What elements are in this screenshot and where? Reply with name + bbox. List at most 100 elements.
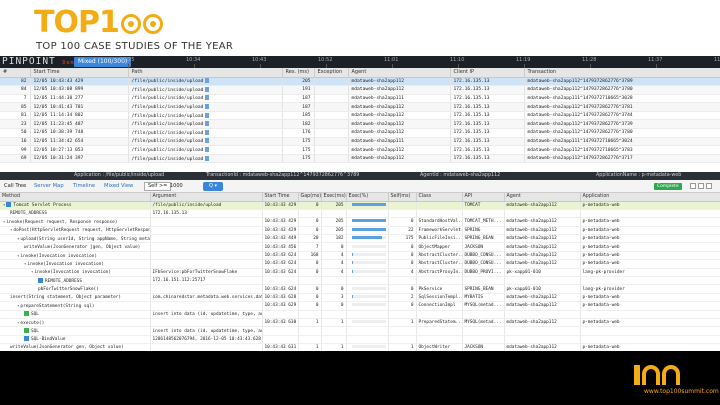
call-tree-cell: 3 xyxy=(321,293,347,303)
cell-text: insert into data (id, updatetime, type, … xyxy=(152,311,262,317)
call-tree-cell xyxy=(504,335,581,345)
transaction-row[interactable]: 7 12/05 11:44:38 277/file/public/inside/u… xyxy=(0,94,720,104)
call-tree-row[interactable]: ▾invoke(Invocation invocation) IFbService… xyxy=(0,268,720,278)
cell-text: /file/public/inside/upload xyxy=(152,202,222,208)
column-header[interactable]: Exec(%) xyxy=(346,193,389,202)
column-header[interactable]: Exception xyxy=(314,68,349,78)
call-tree-row[interactable]: pbForTwitterSnowFlake() 10:43:43 624 0 0 0 Pk… xyxy=(0,284,720,294)
call-tree-cell: 0 xyxy=(321,284,347,294)
column-header[interactable]: # xyxy=(0,68,31,78)
column-header[interactable]: API xyxy=(462,193,505,202)
call-tree-cell xyxy=(580,335,720,345)
footer-url[interactable]: www.top100summit.com xyxy=(644,388,719,395)
transaction-row[interactable]: 69 12/05 10:31:24 397/file/public/inside/… xyxy=(0,154,720,164)
tab-server-map[interactable]: Server Map xyxy=(34,182,64,191)
transaction-row[interactable]: 23 12/05 11:23:45 487/file/public/inside/… xyxy=(0,119,720,130)
call-tree-row[interactable]: ▾ Tomcat Servlet Process/file/public/insi… xyxy=(0,201,720,210)
call-tree-cell: pk-xapp01-010 xyxy=(504,268,581,278)
transaction-row[interactable]: 50 12/05 10:38:39 748/file/public/inside/… xyxy=(0,128,720,138)
call-tree-cell xyxy=(416,326,463,336)
call-tree-row[interactable]: ▾execute() 10:43:43 630 1 1 1 PreparedStatem.… xyxy=(0,318,720,328)
call-tree-row[interactable]: writeValue(JsonGenerator jgen, Object va… xyxy=(0,242,720,252)
document-icon[interactable] xyxy=(205,129,210,135)
settings-icon[interactable] xyxy=(706,183,712,189)
transaction-row[interactable]: 84 12/05 10:43:08 899/file/public/inside/… xyxy=(0,85,720,95)
call-tree: Method Argument Start Time Gap(ms) Exec(ms) E… xyxy=(0,193,720,351)
document-icon[interactable] xyxy=(205,155,210,161)
document-icon[interactable] xyxy=(205,147,210,153)
transaction-cell: 176 xyxy=(282,128,315,138)
document-icon[interactable] xyxy=(205,78,210,84)
call-tree-row[interactable]: ▾invoke(Invocation invocation) 10:43:43 6… xyxy=(0,259,720,269)
document-icon[interactable] xyxy=(205,112,210,118)
call-tree-cell: ▾invoke(Invocation invocation) xyxy=(0,268,151,278)
transaction-row[interactable]: 81 12/05 11:14:34 802/file/public/inside/… xyxy=(0,111,720,121)
call-tree-row[interactable]: writeValue(JsonGenerator gen, Object val… xyxy=(0,343,720,351)
call-tree-row[interactable]: ▾invoke(Invocation invocation) 10:43:43 6… xyxy=(0,251,720,261)
document-icon[interactable] xyxy=(205,121,210,127)
column-header[interactable]: Gap(ms) xyxy=(298,193,322,202)
call-tree-row[interactable]: insert(String statement, Object paramete… xyxy=(0,293,720,303)
info-icon xyxy=(24,336,29,342)
call-tree-row[interactable]: ▾upload(String userId, String appName, S… xyxy=(0,234,720,244)
search-button[interactable]: Q ▾ xyxy=(203,182,223,191)
column-header[interactable]: Agent xyxy=(504,193,581,202)
column-header[interactable]: Path xyxy=(128,68,283,78)
column-header[interactable]: Exec(ms) xyxy=(321,193,347,202)
call-tree-row[interactable]: REMOTE_ADDRESS 172.16.135.13 xyxy=(0,209,720,219)
column-header[interactable]: Start Time xyxy=(262,193,299,202)
transaction-row[interactable]: 85 12/05 10:41:43 781/file/public/inside/… xyxy=(0,102,720,112)
column-header[interactable]: Argument xyxy=(150,193,263,202)
cell-text: mdataweb-sha2app112 xyxy=(506,303,557,309)
document-icon[interactable] xyxy=(205,104,210,110)
cell-text: 0 xyxy=(340,244,344,250)
transaction-cell: mdataweb-sha2app112^1479372862776^3780 xyxy=(524,85,720,95)
cell-text: mdataweb-sha2app112 xyxy=(506,320,557,326)
call-tree-row[interactable]: REMOTE_ADDRESS 172.16.151.112:25717 xyxy=(0,276,720,286)
call-tree-cell: p-metadata-web xyxy=(580,242,720,252)
call-tree-row[interactable]: SQL-BindValue 1286148562076794, 2016-12-0… xyxy=(0,335,720,345)
call-tree-row[interactable]: SQL insert into data (id, updatetime, typ… xyxy=(0,310,720,319)
cell-text: 23 xyxy=(20,121,27,127)
call-tree-cell: 1286148562076794, 2016-12-05 10:43:43.62… xyxy=(150,335,263,345)
column-header[interactable]: Transaction xyxy=(524,68,720,78)
column-header[interactable]: Res. (ms) xyxy=(282,68,315,78)
tab-timeline[interactable]: Timeline xyxy=(73,182,95,191)
transaction-row[interactable]: 99 12/05 10:27:13 053/file/public/inside/… xyxy=(0,145,720,155)
call-tree-cell xyxy=(298,276,322,286)
column-header[interactable]: Start Time xyxy=(30,68,129,78)
call-tree-row[interactable]: ▾doPost(HttpServletRequest request, Http… xyxy=(0,226,720,236)
call-tree-cell xyxy=(298,326,322,336)
expand-icon[interactable] xyxy=(690,183,696,189)
transaction-cell: mdataweb-sha2app111^1479372710665^3028 xyxy=(524,94,720,104)
call-tree-cell xyxy=(346,234,389,244)
call-tree-row[interactable]: ▾invoke(Request request, Response respon… xyxy=(0,217,720,227)
tab-call-tree[interactable]: Call Tree xyxy=(4,182,26,191)
collapse-icon[interactable] xyxy=(698,183,704,189)
column-header[interactable]: Class xyxy=(416,193,463,202)
transaction-row[interactable]: 16 12/05 11:34:42 654/file/public/inside/… xyxy=(0,137,720,147)
call-tree-cell xyxy=(462,326,505,336)
tab-mixed-view[interactable]: Mixed View xyxy=(104,182,133,191)
call-tree-cell: REMOTE_ADDRESS xyxy=(0,276,151,286)
column-header[interactable]: Method xyxy=(0,193,151,202)
document-icon[interactable] xyxy=(205,95,210,101)
cell-text: 10:43:43 624 xyxy=(264,269,297,275)
transaction-row[interactable]: 82 12/05 10:43:43 429/file/public/inside/… xyxy=(0,77,720,87)
call-tree-cell: JACKSON xyxy=(462,343,505,351)
call-tree-cell: p-metadata-web xyxy=(580,293,720,303)
call-tree-row[interactable]: ▾prepareStatement(String sql) 10:43:43 62… xyxy=(0,301,720,311)
column-header[interactable]: Agent xyxy=(348,68,451,78)
cell-text: 172.16.151.112:25717 xyxy=(152,278,206,284)
column-header[interactable]: Client IP xyxy=(450,68,525,78)
document-icon[interactable] xyxy=(205,86,210,92)
self-filter-input[interactable]: 1000 xyxy=(170,182,200,191)
expand-caret-icon[interactable]: ▾ xyxy=(3,202,5,207)
transaction-cell: 99 xyxy=(0,145,31,155)
transaction-cell: 172.16.135.13 xyxy=(450,102,525,112)
call-tree-row[interactable]: SQL insert into data (id, updatetime, typ… xyxy=(0,326,720,336)
column-header[interactable]: Application xyxy=(580,193,720,202)
column-header[interactable]: Self(ms) xyxy=(388,193,417,202)
cell-text: TOMCAT_METH... xyxy=(464,219,502,225)
document-icon[interactable] xyxy=(205,138,210,144)
